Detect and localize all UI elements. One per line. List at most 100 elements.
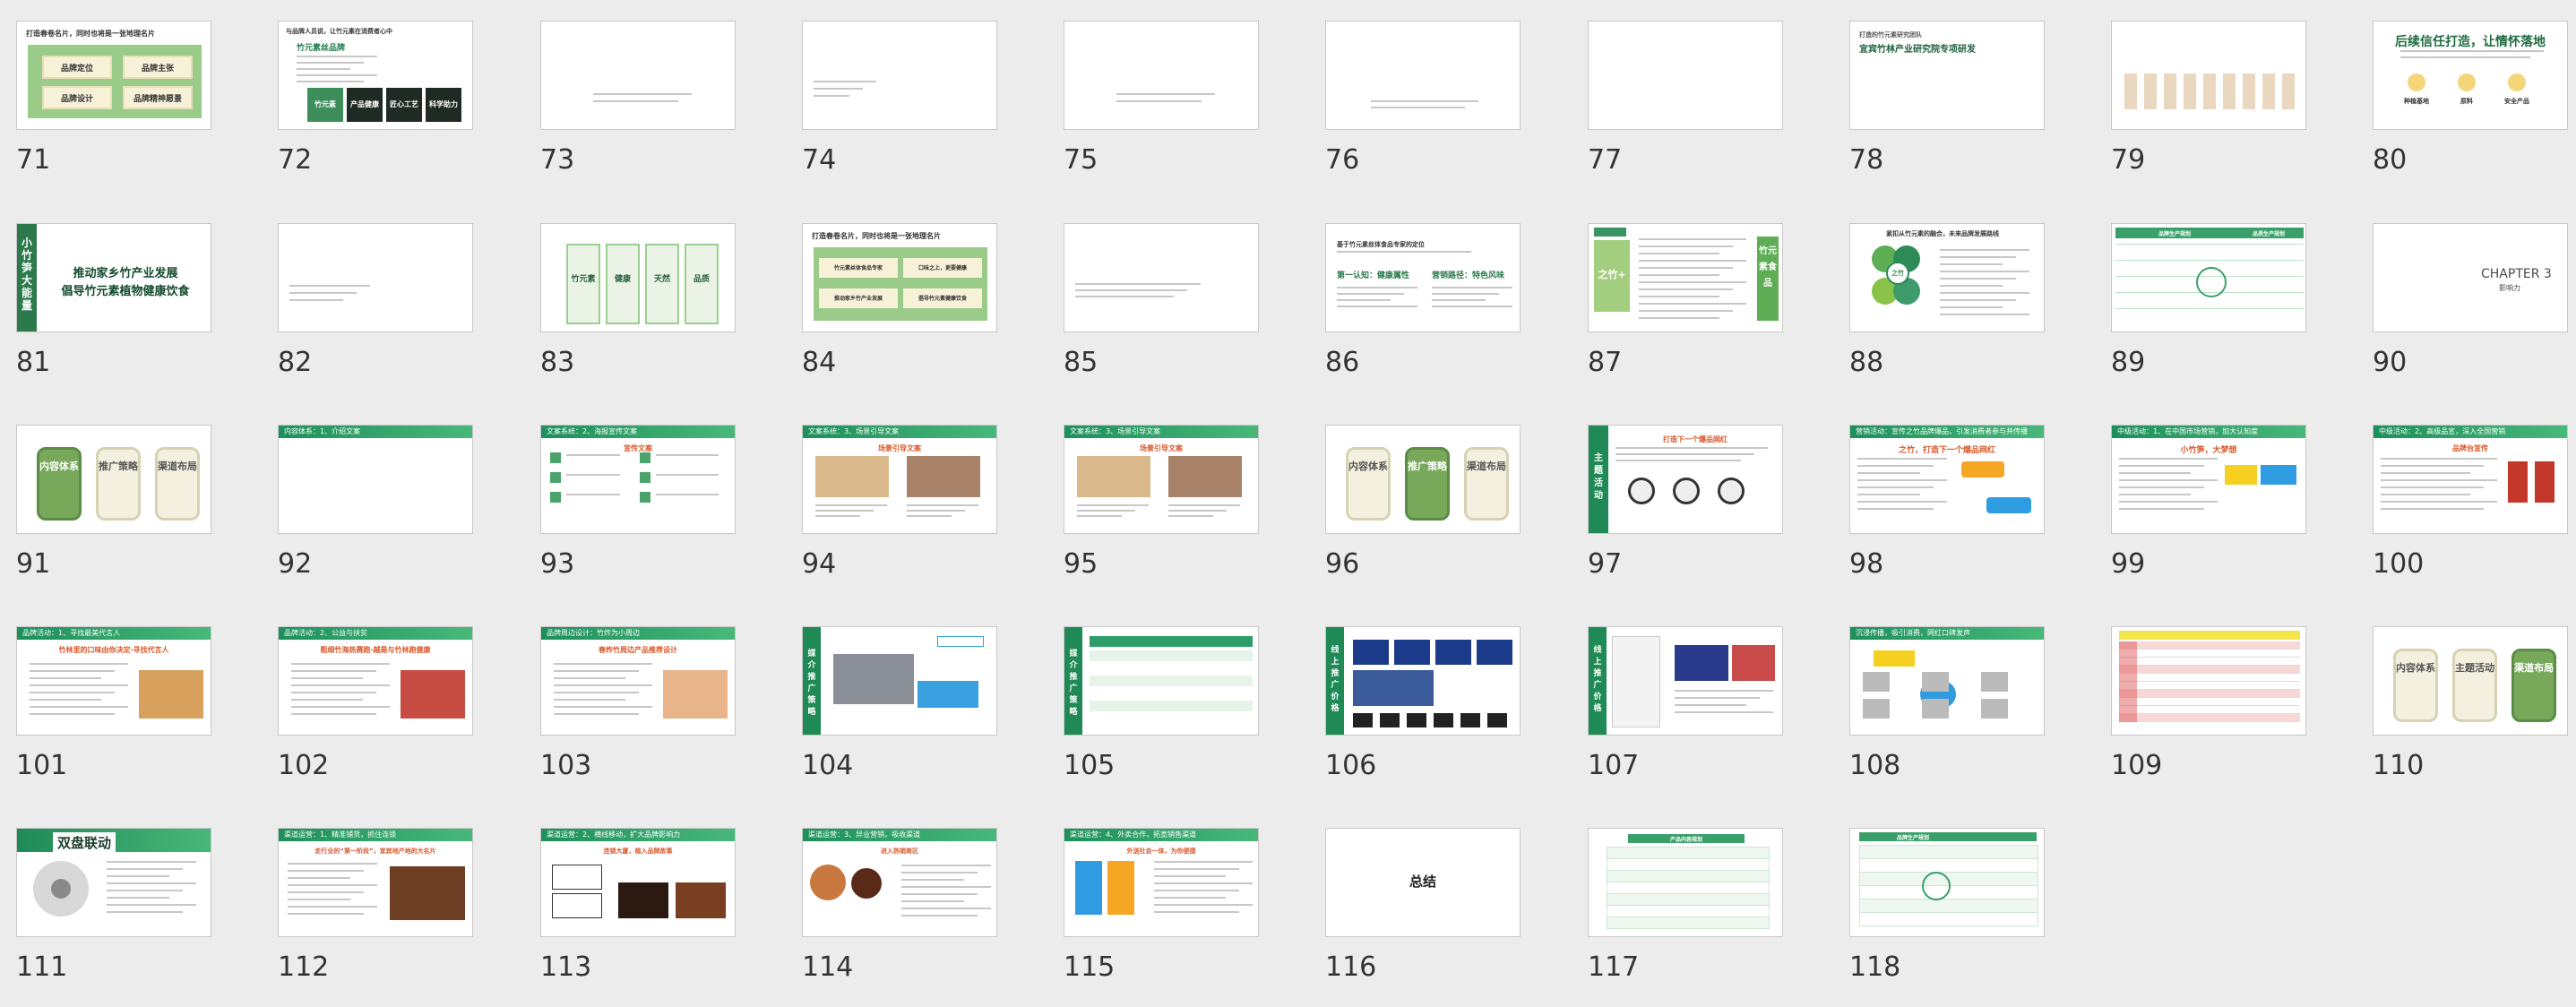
slide-preview[interactable]: 中级活动：2、高级品宣，深入全国营销 品牌台宣传 — [2373, 425, 2568, 534]
slide-thumbnail[interactable]: 渠道运营：2、横线移动，扩大品牌影响力 连锁大厦，植入品牌故事 113 — [540, 828, 737, 1007]
slide-thumbnail[interactable]: 靠融合海外大美的体验 面朝池地源头，源自莫高竹海深处 77 — [1588, 21, 1785, 200]
slide-preview[interactable]: 主题活动 打造下一个爆品网红 — [1588, 425, 1783, 534]
slide-preview[interactable]: ➤ 品牌的精神? — [278, 223, 473, 332]
slide-preview[interactable]: CHAPTER 3 影响力 — [2373, 223, 2568, 332]
slide-thumbnail[interactable]: 后续信任打造，让情怀落地 种植基地 原料 安全产品 80 — [2373, 21, 2570, 200]
slide-preview[interactable]: 线上推广价格 — [1588, 626, 1783, 736]
slide-preview[interactable]: 媒介推广策略 — [1064, 626, 1259, 736]
slide-thumbnail[interactable]: 打造的竹元素研究团队 宜宾竹林产业研究院专项研发 78 — [1849, 21, 2046, 200]
slide-thumbnail[interactable]: ➤ 品牌的精神? 82 — [278, 223, 475, 402]
slide-thumbnail[interactable]: 营销活动：宣传之竹品牌爆品，引发消费者参与并传播 之竹，打造下一个爆品网红 98 — [1849, 425, 2046, 604]
slide-preview[interactable]: 打造春卷名片，同时也将是一张地理名片 品牌定位 品牌主张 品牌设计 品牌精神愿景 — [16, 21, 211, 130]
slide-preview[interactable]: 产品内容规划 — [1588, 828, 1783, 937]
slide-preview[interactable]: 渠道运营：2、横线移动，扩大品牌影响力 连锁大厦，植入品牌故事 — [540, 828, 736, 937]
slide-thumbnail[interactable]: 线上推广价格 107 — [1588, 626, 1785, 805]
section-pill: 内容体系 — [1346, 447, 1391, 521]
slide-thumbnail[interactable]: 之竹+ 竹元素食品 87 — [1588, 223, 1785, 402]
slide-preview[interactable]: 与品牌人员说，让竹元素在消费者心中 竹元素丝品牌 竹元素 产品健康 匠心工艺 科学助力 — [278, 21, 473, 130]
slide-thumbnail[interactable]: 打造春卷名片，同时也将是一张地理名片 竹元素丝体食品专家 口味之上，更要健康 推动家乡… — [802, 223, 999, 402]
slide-thumbnail[interactable]: 媒介推广策略 105 — [1064, 626, 1261, 805]
slide-preview[interactable]: 品牌定位 竹元素丝体食品专家 — [540, 21, 736, 130]
slide-thumbnail[interactable]: 品牌定位 竹元素丝体食品专家 73 — [540, 21, 737, 200]
slide-preview[interactable]: 品牌周边设计：竹炸为小周边 春炸竹周边产品推荐设计 — [540, 626, 736, 736]
slide-thumbnail[interactable]: 品牌生产规划 118 — [1849, 828, 2046, 1007]
slide-preview[interactable] — [2111, 626, 2306, 736]
slide-preview[interactable]: 文案系统：3、场景引导文案 场景引导文案 — [1064, 425, 1259, 534]
slide-thumbnail[interactable]: 品牌周边设计：竹炸为小周边 春炸竹周边产品推荐设计 103 — [540, 626, 737, 805]
slide-thumbnail[interactable]: 主题活动 打造下一个爆品网红 97 — [1588, 425, 1785, 604]
slide-preview[interactable]: 沉浸传播，吸引消费，网红口碑发声 — [1849, 626, 2045, 736]
slide-preview[interactable]: ➤ 我们的主张? — [802, 21, 997, 130]
slide-thumbnail[interactable]: 内容体系 推广策略 渠道布局 96 — [1325, 425, 1522, 604]
slide-preview[interactable]: 内容体系 主题活动 渠道布局 — [2373, 626, 2568, 736]
slide-preview[interactable]: 总结 — [1325, 828, 1521, 937]
slide-preview[interactable]: 双盘联动 — [16, 828, 211, 937]
text-line — [901, 879, 964, 881]
slide-thumbnail[interactable]: 沉浸传播，吸引消费，网红口碑发声 108 — [1849, 626, 2046, 805]
slide-thumbnail[interactable]: 渠道运营：3、异业营销，吸收渠道 进入热销商区 114 — [802, 828, 999, 1007]
slide-preview[interactable]: 锻炼品牌真实健康 证明价值，建立信任感 — [1325, 21, 1521, 130]
slide-preview[interactable]: 品牌主张 口味之上，更要健康 — [1064, 21, 1259, 130]
slide-thumbnail[interactable]: 文案系统：3、场景引导文案 场景引导文案 95 — [1064, 425, 1261, 604]
icon-box — [1487, 713, 1507, 727]
slide-thumbnail[interactable]: 内容体系 推广策略 渠道布局 91 — [16, 425, 213, 604]
slide-preview[interactable]: 品牌生产规划 品质生产规划 — [2111, 223, 2306, 332]
slide-preview[interactable]: 中级活动：1、在中国市场营销，加大认知度 小竹笋，大梦想 — [2111, 425, 2306, 534]
slide-thumbnail[interactable]: 内容体系：1、介绍文案 92 — [278, 425, 475, 604]
slide-preview[interactable]: 品牌活动：2、公益与扶贫 粗细竹海热赛跑·越是与竹林跑健康 — [278, 626, 473, 736]
slide-thumbnail[interactable]: 双盘联动 111 — [16, 828, 213, 1007]
slide-preview[interactable]: 后续信任打造，让情怀落地 种植基地 原料 安全产品 — [2373, 21, 2568, 130]
slide-preview[interactable]: 文案系统：3、场景引导文案 场景引导文案 — [802, 425, 997, 534]
slide-preview[interactable]: 渠道运营：1、精准铺货，抓住连锁 走行业的“第一阶段”，宣宾地产地的大名片 — [278, 828, 473, 937]
slide-thumbnail[interactable]: 品牌活动：2、公益与扶贫 粗细竹海热赛跑·越是与竹林跑健康 102 — [278, 626, 475, 805]
slide-thumbnail[interactable]: 109 — [2111, 626, 2308, 805]
slide-preview[interactable]: ➤ 产品线规划? — [1064, 223, 1259, 332]
slide-thumbnail[interactable]: 打造春卷名片，同时也将是一张地理名片 品牌定位 品牌主张 品牌设计 品牌精神愿景 71 — [16, 21, 213, 200]
slide-preview[interactable]: 打造的竹元素研究团队 宜宾竹林产业研究院专项研发 — [1849, 21, 2045, 130]
slide-thumbnail[interactable]: 紧扣从竹元素的融合，未来品牌发展路线 之竹 88 — [1849, 223, 2046, 402]
slide-thumbnail[interactable]: 文案系统：2、海报宣传文案 宣传文案 93 — [540, 425, 737, 604]
slide-thumbnail[interactable]: 基于竹元素丝体食品专家的定位 第一认知：健康属性 营销路径：特色风味 86 — [1325, 223, 1522, 402]
slide-preview[interactable]: 紧扣从竹元素的融合，未来品牌发展路线 之竹 — [1849, 223, 2045, 332]
slide-preview[interactable]: 基于竹元素丝体食品专家的定位 第一认知：健康属性 营销路径：特色风味 — [1325, 223, 1521, 332]
slide-thumbnail[interactable]: 渠道运营：1、精准铺货，抓住连锁 走行业的“第一阶段”，宣宾地产地的大名片 112 — [278, 828, 475, 1007]
slide-text: 产品内容规划 — [1669, 837, 1702, 843]
slide-preview[interactable]: 内容体系 推广策略 渠道布局 — [1325, 425, 1521, 534]
slide-preview[interactable]: 渠道运营：4、外卖合作，拓宽销售渠道 外送社会一体，为你便捷 — [1064, 828, 1259, 937]
slide-preview[interactable]: 品牌精神 竹元素 健康 天然 品质 — [540, 223, 736, 332]
slide-preview[interactable]: 品牌活动：1、寻找最美代言人 竹林里的口味由你决定·寻找代言人 — [16, 626, 211, 736]
slide-thumbnail[interactable]: 产品内容规划 117 — [1588, 828, 1785, 1007]
slide-thumbnail[interactable]: 线上推广价格 106 — [1325, 626, 1522, 805]
slide-thumbnail[interactable]: 小竹笋 大能量 推动家乡竹产业发展 倡导竹元素植物健康饮食 81 — [16, 223, 213, 402]
slide-thumbnail[interactable]: 文案系统：3、场景引导文案 场景引导文案 94 — [802, 425, 999, 604]
slide-preview[interactable]: 打造春卷名片，同时也将是一张地理名片 竹元素丝体食品专家 口味之上，更要健康 推动家乡… — [802, 223, 997, 332]
slide-thumbnail[interactable]: 渠道运营：4、外卖合作，拓宽销售渠道 外送社会一体，为你便捷 115 — [1064, 828, 1261, 1007]
slide-thumbnail[interactable]: 中级活动：2、高级品宣，深入全国营销 品牌台宣传 100 — [2373, 425, 2570, 604]
slide-thumbnail[interactable]: 品牌生产规划 品质生产规划 89 — [2111, 223, 2308, 402]
slide-thumbnail[interactable]: 竹元素研发工厂 以儿童健康为品质标准 79 — [2111, 21, 2308, 200]
slide-preview[interactable]: 线上推广价格 — [1325, 626, 1521, 736]
slide-preview[interactable]: 媒介推广策略 — [802, 626, 997, 736]
slide-thumbnail[interactable]: ➤ 产品线规划? 85 — [1064, 223, 1261, 402]
slide-thumbnail[interactable]: 总结 116 — [1325, 828, 1522, 1007]
slide-thumbnail[interactable]: 媒介推广策略 104 — [802, 626, 999, 805]
slide-preview[interactable]: 小竹笋 大能量 推动家乡竹产业发展 倡导竹元素植物健康饮食 — [16, 223, 211, 332]
slide-preview[interactable]: 内容体系 推广策略 渠道布局 — [16, 425, 211, 534]
slide-preview[interactable]: 靠融合海外大美的体验 面朝池地源头，源自莫高竹海深处 — [1588, 21, 1783, 130]
slide-preview[interactable]: 渠道运营：3、异业营销，吸收渠道 进入热销商区 — [802, 828, 997, 937]
slide-preview[interactable]: 文案系统：2、海报宣传文案 宣传文案 — [540, 425, 736, 534]
slide-thumbnail[interactable]: 品牌活动：1、寻找最美代言人 竹林里的口味由你决定·寻找代言人 101 — [16, 626, 213, 805]
slide-preview[interactable]: 营销活动：宣传之竹品牌爆品，引发消费者参与并传播 之竹，打造下一个爆品网红 — [1849, 425, 2045, 534]
slide-thumbnail[interactable]: 品牌主张 口味之上，更要健康 75 — [1064, 21, 1261, 200]
slide-thumbnail[interactable]: 与品牌人员说，让竹元素在消费者心中 竹元素丝品牌 竹元素 产品健康 匠心工艺 科学助力 72 — [278, 21, 475, 200]
slide-thumbnail[interactable]: CHAPTER 3 影响力 90 — [2373, 223, 2570, 402]
slide-preview[interactable]: 之竹+ 竹元素食品 — [1588, 223, 1783, 332]
slide-thumbnail[interactable]: 锻炼品牌真实健康 证明价值，建立信任感 76 — [1325, 21, 1522, 200]
slide-thumbnail[interactable]: ➤ 我们的主张? 74 — [802, 21, 999, 200]
slide-preview[interactable]: 品牌生产规划 — [1849, 828, 2045, 937]
slide-thumbnail[interactable]: 内容体系 主题活动 渠道布局 110 — [2373, 626, 2570, 805]
slide-preview[interactable]: 内容体系：1、介绍文案 — [278, 425, 473, 534]
slide-thumbnail[interactable]: 品牌精神 竹元素 健康 天然 品质 83 — [540, 223, 737, 402]
slide-thumbnail[interactable]: 中级活动：1、在中国市场营销，加大认知度 小竹笋，大梦想 99 — [2111, 425, 2308, 604]
slide-preview[interactable]: 竹元素研发工厂 以儿童健康为品质标准 — [2111, 21, 2306, 130]
